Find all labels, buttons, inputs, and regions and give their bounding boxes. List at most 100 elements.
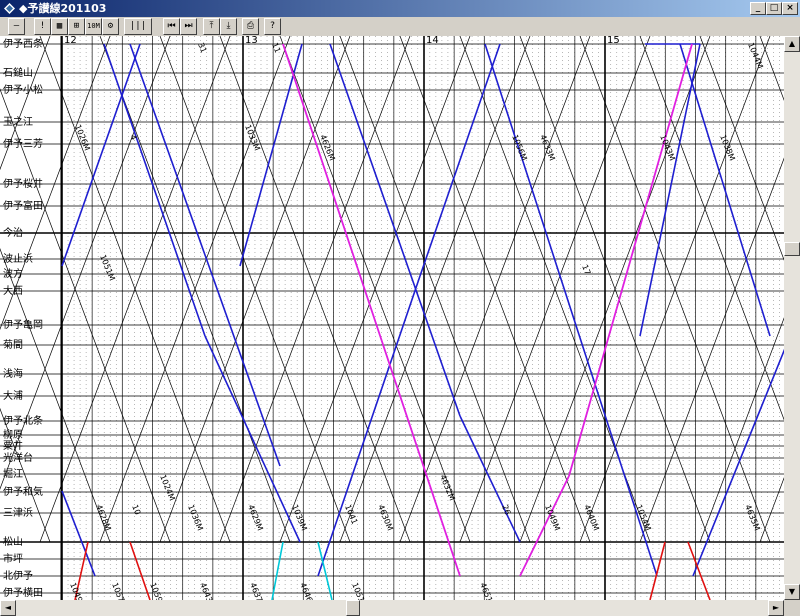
train-number-label: 1026M: [73, 123, 92, 152]
hour-label: 15: [607, 36, 620, 46]
station-label: 伊予和気: [3, 487, 43, 498]
train-number-label: 4630M: [376, 503, 395, 532]
local-train-line: [699, 36, 784, 261]
station-label: 堀江: [3, 469, 23, 480]
scroll-left-button[interactable]: ◄: [0, 600, 16, 616]
maximize-button[interactable]: □: [766, 2, 782, 15]
train-number-label: 1057M: [110, 581, 129, 600]
station-label: 伊予亀岡: [3, 320, 43, 331]
scroll-down-button[interactable]: ▼: [784, 584, 800, 600]
station-label: 大西: [3, 286, 23, 297]
settings-button[interactable]: ⚙: [102, 18, 119, 35]
limited-express-line: [61, 490, 96, 577]
bottom-button[interactable]: ⤓: [220, 18, 237, 35]
chart-button[interactable]: ⊞: [68, 18, 85, 35]
station-label: 浅海: [3, 369, 23, 380]
scroll-up-button[interactable]: ▲: [784, 36, 800, 52]
station-label: 伊予三芳: [3, 139, 43, 150]
window-title: ◆予讃線201103: [19, 2, 107, 15]
station-label: 柳原: [3, 430, 23, 441]
train-number-label: 4643M: [198, 581, 217, 600]
train-number-label: 4628M: [94, 503, 113, 532]
station-label: 玉之江: [3, 117, 33, 128]
train-number-label: 26: [500, 503, 512, 516]
limited-express-line: [692, 348, 784, 577]
limited-express-line: [484, 43, 658, 577]
station-label: 波止浜: [3, 254, 33, 265]
train-number-label: 1056M: [510, 133, 529, 162]
train-number-label: 4635M: [743, 503, 762, 532]
train-number-label: 4651M: [478, 581, 497, 600]
vertical-scrollbar[interactable]: ▲ ▼: [784, 36, 800, 600]
red-train-line: [649, 541, 666, 600]
local-train-line: [699, 317, 784, 543]
train-diagram[interactable]: 1026M 4 31 1033M 4626M 1051M 4628M 10 1024M 1036M…: [0, 36, 784, 600]
top-button[interactable]: ⤒: [203, 18, 220, 35]
help-button[interactable]: ?: [264, 18, 281, 35]
local-train-line: [759, 477, 784, 543]
station-label: 市坪: [3, 554, 23, 565]
red-train-line: [687, 541, 711, 600]
station-label: 伊予横田: [3, 588, 43, 599]
scroll-right-button[interactable]: ►: [768, 600, 784, 616]
local-train-line: [0, 36, 171, 490]
train-number-label: 4646M: [298, 581, 317, 600]
station-label: 伊予富田: [3, 201, 43, 212]
print-button[interactable]: ⎙: [242, 18, 259, 35]
hour-label: 13: [245, 36, 258, 46]
toolbar: — ! ▦ ⊞ 10M ⚙ ||| ⏮ ⏭ ⤒ ⤓ ⎙ ?: [0, 17, 800, 37]
train-number-label: 1044M: [746, 41, 765, 70]
limited-express-line: [419, 43, 501, 277]
train-number-label: 4633M: [538, 133, 557, 162]
train-number-label: 1041: [343, 503, 359, 525]
train-number-label: 1036M: [186, 503, 205, 532]
train-number-label: 1059M: [148, 581, 167, 600]
minus-button[interactable]: —: [8, 18, 25, 35]
horizontal-scrollbar[interactable]: ◄ ►: [0, 600, 784, 616]
minimize-button[interactable]: _: [750, 2, 766, 15]
zoom-button[interactable]: 10M: [85, 18, 102, 35]
station-label: 伊予桜井: [3, 179, 43, 190]
limited-express-line: [639, 43, 701, 337]
horizontal-scroll-thumb[interactable]: [346, 600, 360, 616]
station-label: 伊予北条: [3, 416, 43, 427]
local-train-line: [0, 88, 171, 543]
close-button[interactable]: ×: [782, 2, 798, 15]
skip-forward-button[interactable]: ⏭: [180, 18, 197, 35]
station-label: 松山: [3, 537, 23, 548]
limited-express-line: [329, 43, 461, 417]
station-label: 伊予西条: [3, 39, 43, 50]
station-label: 光洋台: [3, 453, 33, 464]
station-label: 今治: [3, 228, 23, 239]
station-label: 波方: [3, 269, 23, 280]
grid-button[interactable]: ▦: [51, 18, 68, 35]
train-number-label: 4629M: [246, 503, 265, 532]
local-train-line: [639, 36, 784, 421]
diagram-canvas[interactable]: 1026M 4311033M 4626M1051M4628M 101024M1036M…: [0, 36, 784, 600]
train-number-label: 1049M: [543, 503, 562, 532]
train-number-label: 1024M: [158, 473, 177, 502]
limited-express-line: [103, 43, 206, 337]
train-number-label: 1038M: [718, 133, 737, 162]
train-number-label: 1033M: [243, 123, 262, 152]
red-train-line: [129, 541, 151, 600]
train-number-label: 1049: [68, 581, 84, 600]
limited-express-alt-line: [282, 43, 461, 577]
station-label: 石鎚山: [3, 68, 33, 79]
station-label: 大浦: [3, 391, 23, 402]
vertical-scroll-thumb[interactable]: [784, 242, 800, 256]
columns-button[interactable]: |||: [124, 18, 152, 35]
train-number-label: 11: [270, 41, 282, 54]
station-label: 北伊予: [3, 571, 33, 582]
station-label: 粟井: [3, 441, 23, 452]
station-label: 三津浜: [3, 508, 33, 519]
train-number-label: 1051M: [98, 253, 117, 282]
app-icon: [4, 3, 15, 14]
station-label: 菊間: [3, 340, 23, 351]
alert-button[interactable]: !: [34, 18, 51, 35]
train-number-label: 4637M: [248, 581, 267, 600]
train-number-label: 1043M: [658, 133, 677, 162]
cyan-train-line: [271, 541, 284, 600]
skip-back-button[interactable]: ⏮: [163, 18, 180, 35]
train-number-label: 1054M: [634, 503, 653, 532]
